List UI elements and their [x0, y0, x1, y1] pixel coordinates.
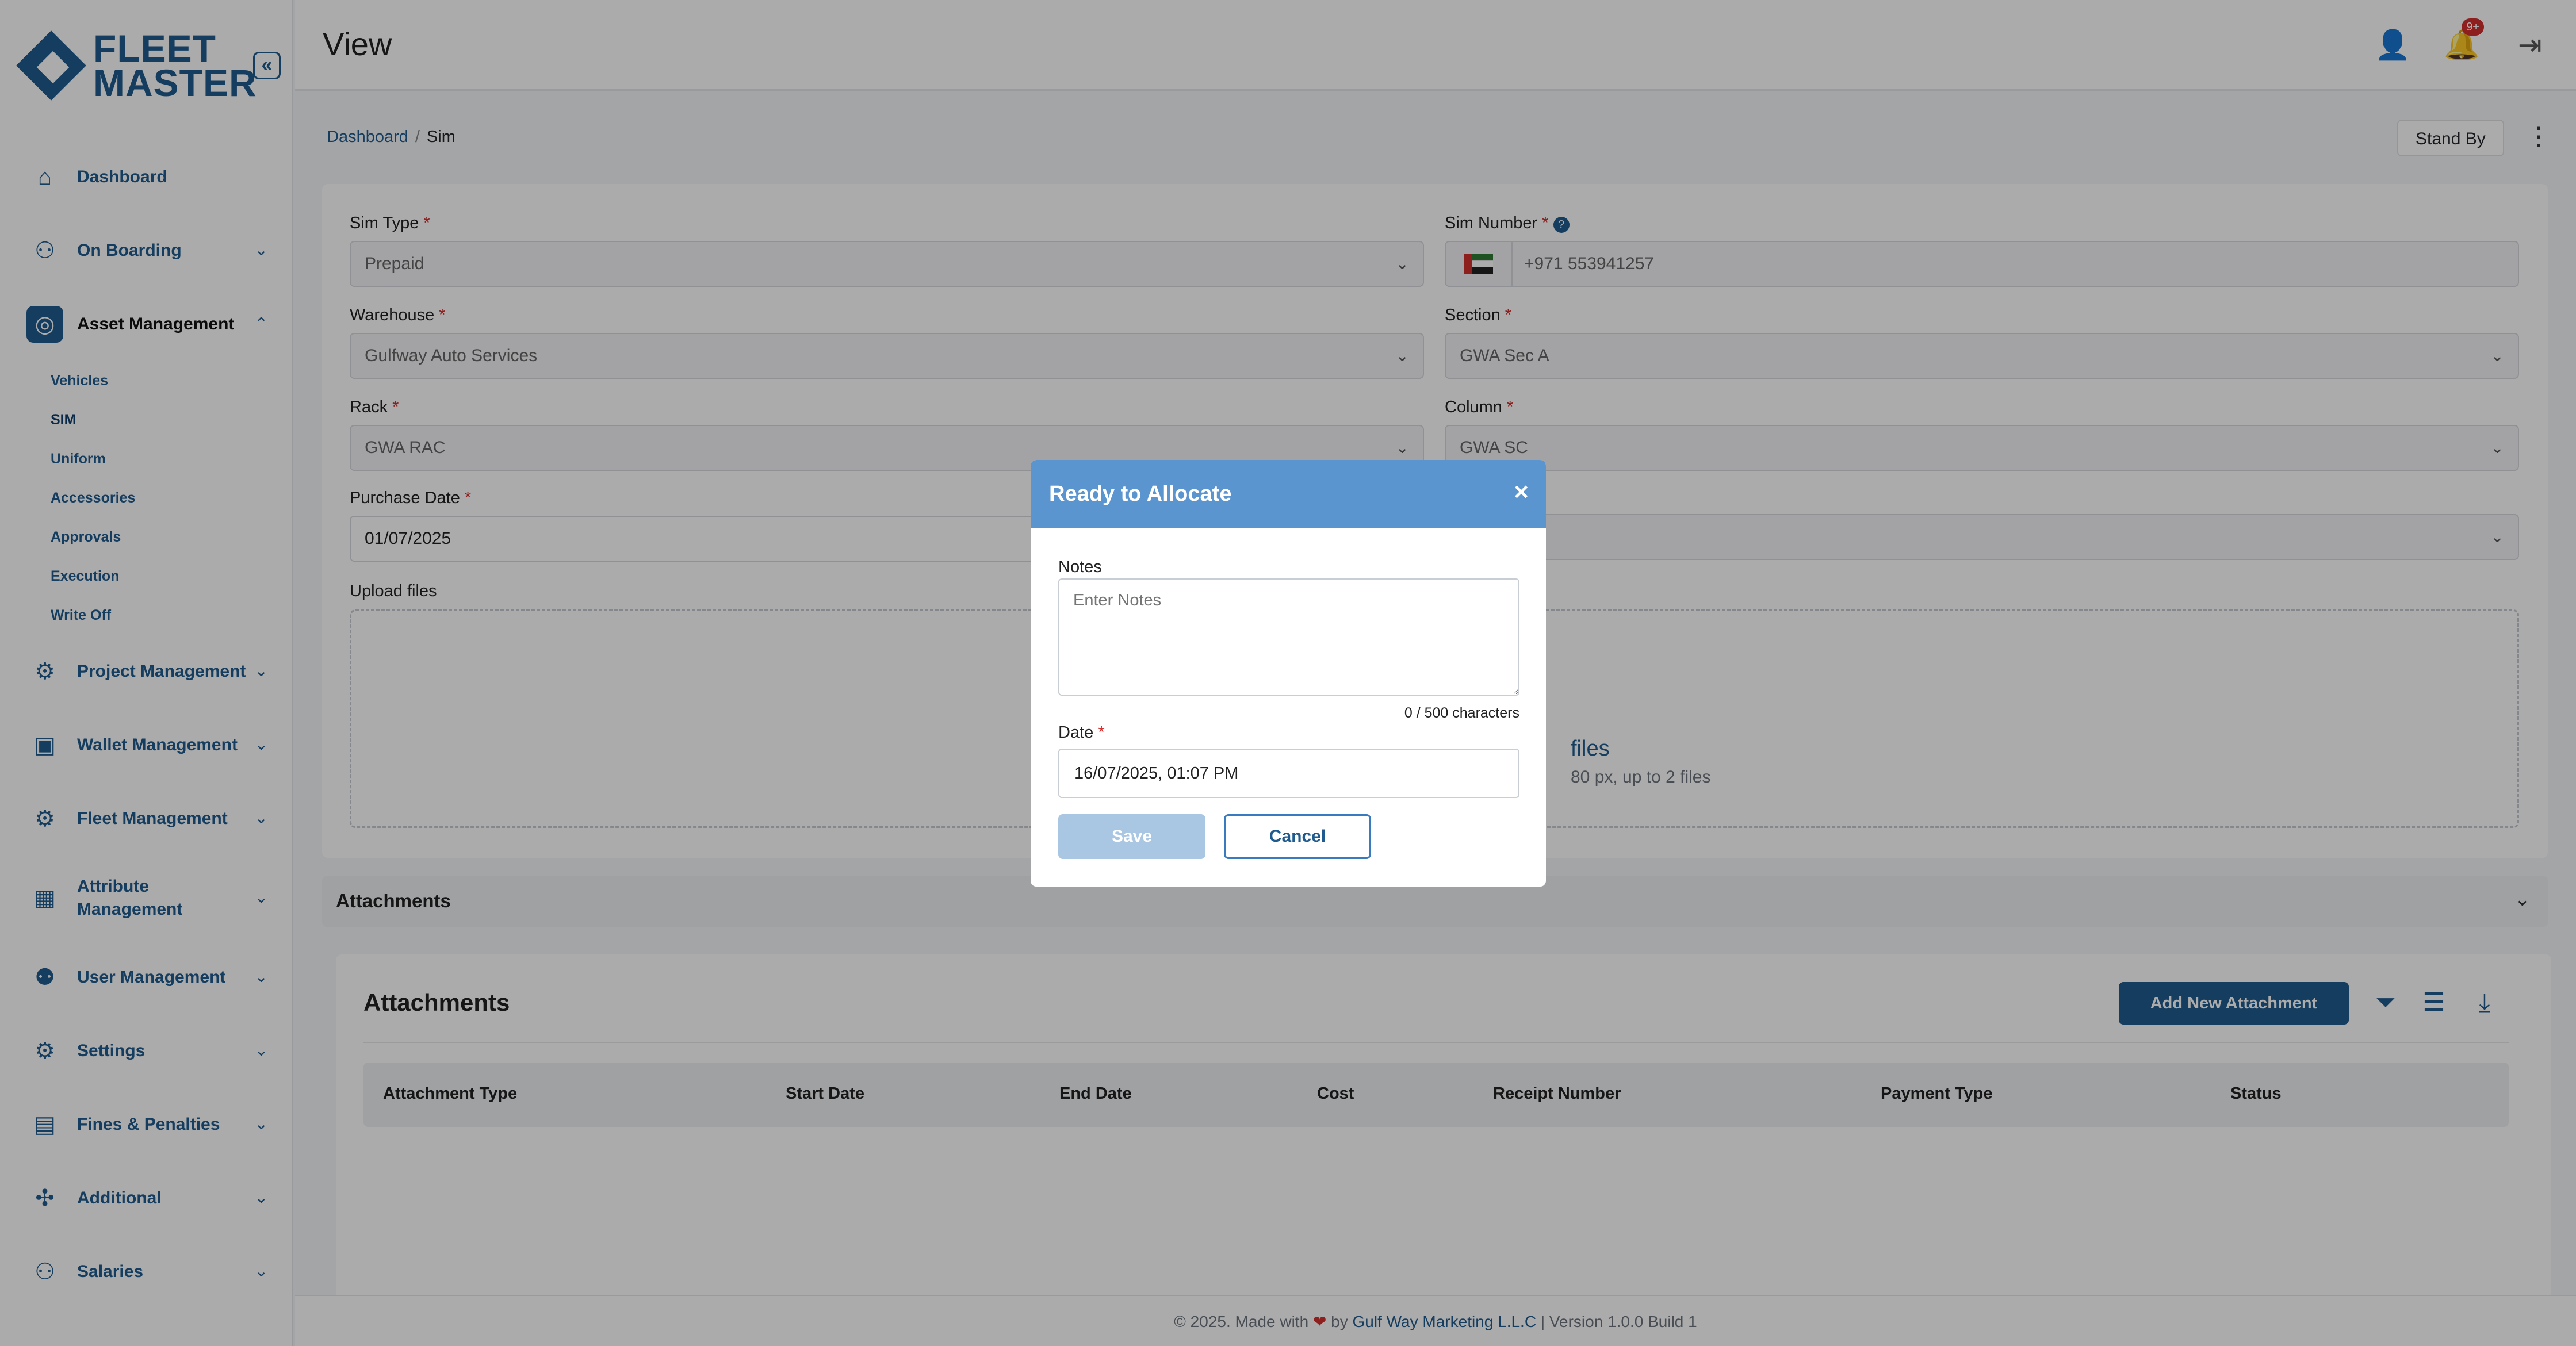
notes-label: Notes — [1058, 558, 1102, 576]
cancel-button[interactable]: Cancel — [1224, 814, 1371, 859]
date-input[interactable]: 16/07/2025, 01:07 PM — [1058, 749, 1519, 798]
modal-header: Ready to Allocate × — [1031, 460, 1546, 528]
ready-to-allocate-modal: Ready to Allocate × Notes 0 / 500 charac… — [1031, 460, 1546, 887]
notes-textarea[interactable] — [1058, 578, 1519, 696]
notes-character-counter: 0 / 500 characters — [1404, 705, 1519, 721]
date-label: Date * — [1058, 723, 1105, 742]
modal-title: Ready to Allocate — [1049, 482, 1232, 506]
save-button[interactable]: Save — [1058, 814, 1205, 859]
close-icon[interactable]: × — [1514, 480, 1529, 505]
